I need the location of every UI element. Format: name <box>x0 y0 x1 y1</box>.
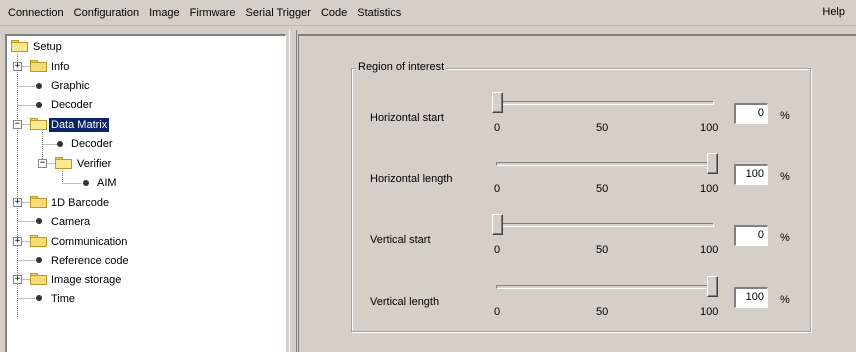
tree-item-label: Communication <box>51 236 128 248</box>
tree-item-label: Info <box>51 61 70 73</box>
expand-icon[interactable]: + <box>13 62 22 71</box>
tree-item-label: Decoder <box>71 138 113 150</box>
menu-code[interactable]: Code <box>316 7 352 19</box>
folder-icon <box>30 196 47 208</box>
tree-item-label: Decoder <box>51 99 93 111</box>
folder-icon <box>30 273 47 285</box>
tree-item-decoder[interactable]: Decoder <box>49 97 95 113</box>
tree-item-communication[interactable]: Communication <box>49 234 129 250</box>
menu-help[interactable]: Help <box>817 6 850 18</box>
unit-label: % <box>780 232 790 244</box>
region-of-interest-group: Region of interest Horizontal start 0 50… <box>351 61 811 332</box>
menu-firmware[interactable]: Firmware <box>185 7 241 19</box>
tree-item-label: Reference code <box>51 255 129 267</box>
menu-connection[interactable]: Connection <box>0 7 69 19</box>
tick-label: 50 <box>596 183 609 195</box>
unit-label: % <box>780 171 790 183</box>
tick-label: 0 <box>494 122 501 134</box>
tree-item-camera[interactable]: Camera <box>49 214 92 230</box>
folder-icon <box>30 235 47 247</box>
expand-icon[interactable]: + <box>13 198 22 207</box>
tick-label: 0 <box>494 183 501 195</box>
tree-item-1d-barcode[interactable]: 1D Barcode <box>49 195 111 211</box>
tick-label: 100 <box>700 306 719 318</box>
bullet-icon <box>57 141 63 147</box>
horizontal-start-slider-track[interactable] <box>496 101 714 105</box>
tick-label: 100 <box>700 244 719 256</box>
tree-item-verifier[interactable]: Verifier <box>75 156 113 172</box>
horizontal-length-label: Horizontal length <box>370 173 453 185</box>
collapse-icon[interactable]: − <box>38 159 47 168</box>
tree-item-data-matrix[interactable]: Data Matrix <box>49 117 110 133</box>
tree-item-setup[interactable]: Setup <box>31 39 64 55</box>
vertical-start-slider-track[interactable] <box>496 223 714 227</box>
folder-icon <box>11 40 28 52</box>
vertical-length-slider-thumb[interactable] <box>707 276 718 297</box>
folder-icon <box>30 60 47 72</box>
tree-item-label: Camera <box>51 216 91 228</box>
vertical-start-input[interactable]: 0 <box>734 225 768 246</box>
horizontal-length-slider-track[interactable] <box>496 162 714 166</box>
horizontal-start-input[interactable]: 0 <box>734 103 768 124</box>
group-title: Region of interest <box>356 61 447 73</box>
tree-item-label: Image storage <box>51 274 122 286</box>
unit-label: % <box>780 294 790 306</box>
bullet-icon <box>83 180 89 186</box>
bullet-icon <box>36 102 42 108</box>
expand-icon[interactable]: + <box>13 237 22 246</box>
tick-label: 50 <box>596 122 609 134</box>
horizontal-length-slider-thumb[interactable] <box>707 153 718 174</box>
horizontal-length-input[interactable]: 100 <box>734 164 768 185</box>
settings-panel: Region of interest Horizontal start 0 50… <box>298 34 856 352</box>
tick-label: 100 <box>700 122 719 134</box>
tree-item-label: Verifier <box>77 158 112 170</box>
menu-bar: Connection Configuration Image Firmware … <box>0 0 856 26</box>
horizontal-start-label: Horizontal start <box>370 112 444 124</box>
tree-item-label: 1D Barcode <box>51 197 110 209</box>
vertical-start-slider-thumb[interactable] <box>492 214 503 235</box>
tree-item-image-storage[interactable]: Image storage <box>49 272 123 288</box>
vertical-length-input[interactable]: 100 <box>734 287 768 308</box>
bullet-icon <box>36 83 42 89</box>
menu-image[interactable]: Image <box>144 7 185 19</box>
tree-item-info[interactable]: Info <box>49 59 71 75</box>
tree-item-label: Graphic <box>51 80 90 92</box>
tick-label: 50 <box>596 244 609 256</box>
tick-label: 0 <box>494 244 501 256</box>
bullet-icon <box>36 295 42 301</box>
vertical-start-label: Vertical start <box>370 234 431 246</box>
bullet-icon <box>36 257 42 263</box>
menu-serial-trigger[interactable]: Serial Trigger <box>241 7 316 19</box>
tick-label: 0 <box>494 306 501 318</box>
tree-item-aim[interactable]: AIM <box>95 175 119 191</box>
tree-item-label: Setup <box>33 41 62 53</box>
tree-item-data-matrix-decoder[interactable]: Decoder <box>69 136 115 152</box>
folder-icon <box>55 157 72 169</box>
tree-item-label: Time <box>51 293 76 305</box>
expand-icon[interactable]: + <box>13 275 22 284</box>
tick-label: 50 <box>596 306 609 318</box>
setup-tree[interactable]: Setup + Info Graphic Decoder − Data Matr… <box>5 34 286 352</box>
menu-configuration[interactable]: Configuration <box>69 7 144 19</box>
tree-item-time[interactable]: Time <box>49 291 77 307</box>
tree-item-graphic[interactable]: Graphic <box>49 78 92 94</box>
tree-item-label: AIM <box>97 177 117 189</box>
vertical-length-label: Vertical length <box>370 296 440 308</box>
folder-icon <box>30 118 47 130</box>
unit-label: % <box>780 110 790 122</box>
tree-item-label: Data Matrix <box>49 118 110 132</box>
horizontal-start-slider-thumb[interactable] <box>492 92 503 113</box>
menu-statistics[interactable]: Statistics <box>352 7 406 19</box>
collapse-icon[interactable]: − <box>13 120 22 129</box>
vertical-length-slider-track[interactable] <box>496 285 714 289</box>
tick-label: 100 <box>700 183 719 195</box>
tree-item-reference-code[interactable]: Reference code <box>49 253 131 269</box>
bullet-icon <box>36 218 42 224</box>
panel-splitter[interactable] <box>289 30 297 352</box>
